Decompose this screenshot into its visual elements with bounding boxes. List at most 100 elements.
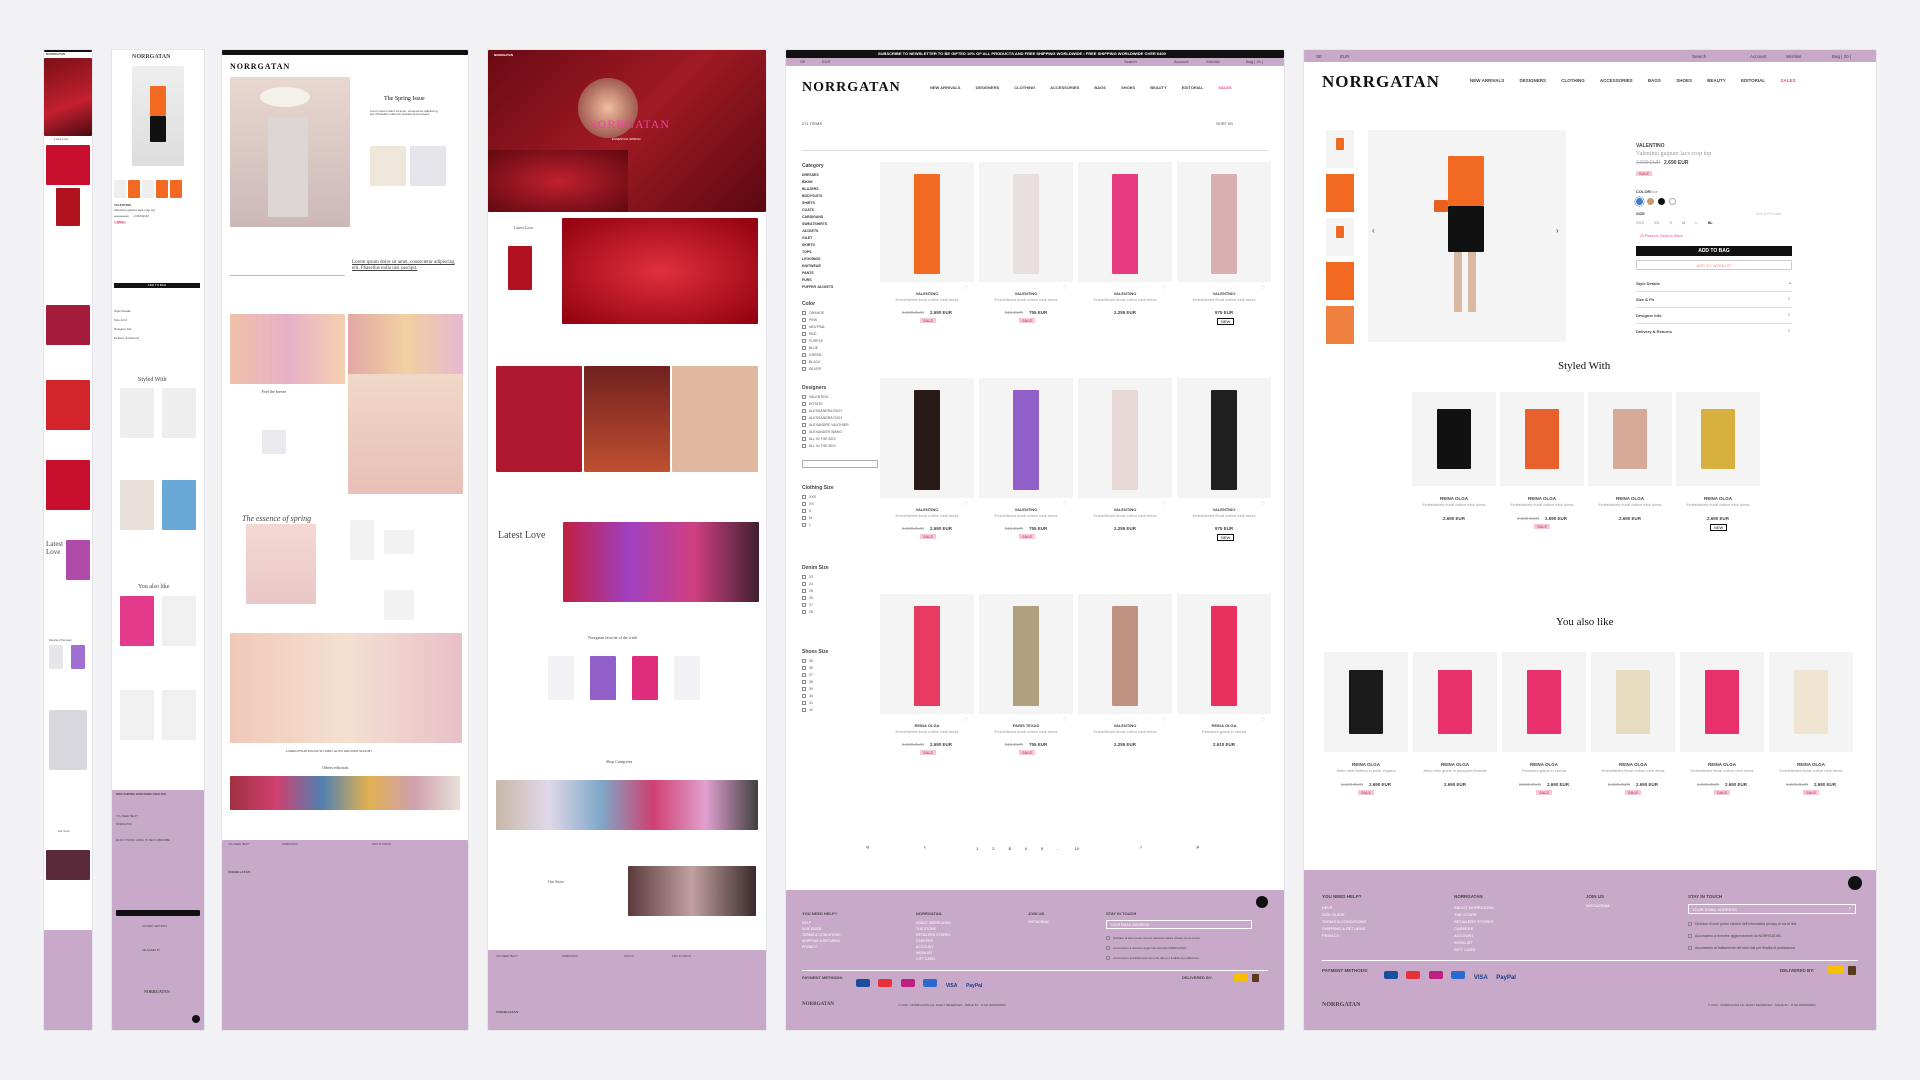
nav-designers[interactable]: DESIGNERS [976, 85, 1000, 90]
filter-color-item-checkbox[interactable] [802, 339, 806, 344]
pdp-consent-checkbox-1[interactable]: Dichiaro di aver preso visione dell'info… [1688, 922, 1797, 927]
mobile-detail-delivery[interactable]: Delivery & Returns [114, 336, 139, 340]
filter-color-item-checkbox[interactable] [802, 367, 806, 372]
filter-color-item-checkbox[interactable] [802, 360, 806, 365]
filter-category-item[interactable]: KNITWEAR [802, 263, 833, 270]
product-card[interactable]: PARIS TEXAS Embellished floral cotton mid… [979, 594, 1073, 794]
consent-checkbox-2[interactable]: Acconsento a ricevere aggiornamenti da N… [1106, 946, 1187, 950]
filter-shoe-item-checkbox[interactable] [802, 694, 806, 699]
pdp-instagram-link[interactable]: INSTAGRAM [1586, 903, 1609, 909]
pdp-nav-designers[interactable]: DESIGNERS [1520, 78, 1547, 83]
also-item-image[interactable] [1324, 652, 1408, 752]
filter-color-item-checkbox[interactable] [802, 311, 806, 316]
pdp-newsletter-email-input[interactable]: YOUR EMAIL ADDRESS › [1688, 904, 1856, 914]
product-image[interactable] [1177, 162, 1271, 282]
pdp-thumb-5[interactable] [1326, 306, 1354, 344]
currency-selector[interactable]: EUR [822, 59, 830, 65]
pdp-main-image[interactable] [1368, 130, 1566, 342]
back-to-top-icon[interactable] [1256, 896, 1268, 908]
also-item-image[interactable] [1502, 652, 1586, 752]
filter-denim-item[interactable]: 28 [802, 609, 813, 616]
pdp-back-to-top-icon[interactable] [1848, 876, 1862, 890]
product-image[interactable] [1177, 378, 1271, 498]
filter-shoe-item[interactable]: 42 [802, 707, 813, 714]
product-card[interactable]: VALENTINO Embellished floral cotton midi … [1078, 378, 1172, 578]
pdp-footer-norr-link[interactable]: CAREERS [1454, 925, 1494, 932]
add-to-wishlist-button[interactable]: ADD TO WISHLIST [1636, 260, 1792, 270]
filter-category-item[interactable]: PUFFER JACKETS [802, 284, 833, 291]
filter-category-item[interactable]: SKIRTS [802, 242, 833, 249]
home-footer-norr[interactable]: NORRGATAN [562, 955, 578, 959]
wishlist-heart-icon[interactable]: ♡ [1162, 717, 1166, 724]
pdp-nav-clothing[interactable]: CLOTHING [1561, 78, 1585, 83]
wishlist-heart-icon[interactable]: ♡ [1261, 285, 1265, 292]
pdp-footer-norr-link[interactable]: RETAILERS STORES [1454, 918, 1494, 925]
filter-category-item[interactable]: BIKINI [802, 179, 833, 186]
nav-accessories[interactable]: ACCESSORIES [1050, 85, 1079, 90]
pdp-consent-checkbox-3[interactable]: Acconsento al trattamento dei miei dati … [1688, 946, 1796, 951]
also-item-image[interactable] [1680, 652, 1764, 752]
mobile-pdp-logo[interactable]: NORRGATAN [132, 54, 170, 61]
product-image[interactable] [880, 162, 974, 282]
filter-shoes-size-title[interactable]: Shoes Size [802, 649, 828, 656]
also-item-card[interactable]: REINA OLGA Embellished floral cotton midi… [1680, 652, 1764, 802]
pdp-footer-help-link[interactable]: PRIVACY [1322, 932, 1366, 939]
filter-category-item[interactable]: BLAZERS [802, 186, 833, 193]
listing-logo[interactable]: NORRGATAN [802, 80, 901, 96]
filter-designer-item[interactable]: ALEXANDRE VAUTHIER [802, 422, 849, 429]
product-image[interactable] [979, 378, 1073, 498]
mobile-editorial-image-3[interactable] [46, 460, 90, 510]
filter-designer-item-checkbox[interactable] [802, 423, 806, 428]
lang-selector[interactable]: SE [800, 59, 805, 65]
search-link[interactable]: Search [1124, 59, 1137, 65]
nav-beauty[interactable]: BEAUTY [1150, 85, 1166, 90]
mobile-subscribe-button[interactable] [116, 910, 200, 916]
home-fav-item-2[interactable] [590, 656, 616, 700]
add-to-bag-button[interactable]: ADD TO BAG [1636, 246, 1792, 256]
pagination-next[interactable]: › [1140, 845, 1142, 852]
home-footer-logo[interactable]: NORRGATAN [496, 1010, 518, 1014]
pdp-footer-help-link[interactable]: TERMS & CONDITIONS [1322, 918, 1366, 925]
mobile-detail-style[interactable]: Style Details [114, 309, 131, 313]
editorial-product-6[interactable] [384, 590, 414, 620]
filter-color-item[interactable]: PURPLE [802, 338, 825, 345]
color-swatch-white[interactable] [1669, 198, 1676, 205]
home-fav-item-3[interactable] [632, 656, 658, 700]
mobile-latest-image-2[interactable] [66, 540, 90, 580]
product-image[interactable] [880, 378, 974, 498]
mobile-hero-image[interactable] [44, 58, 92, 136]
filter-shoe-item[interactable]: 36 [802, 665, 813, 672]
filter-shoe-item[interactable]: 37 [802, 672, 813, 679]
also-item-image[interactable] [1591, 652, 1675, 752]
filter-designer-item-checkbox[interactable] [802, 409, 806, 414]
mobile-styled-item[interactable] [120, 480, 154, 530]
filter-designer-item-checkbox[interactable] [802, 430, 806, 435]
editorial-hero-image[interactable] [230, 77, 350, 227]
filter-designer-item-checkbox[interactable] [802, 416, 806, 421]
filter-color-item-checkbox[interactable] [802, 346, 806, 351]
filter-category-item[interactable]: CARDIGANS [802, 214, 833, 221]
filter-category-item[interactable]: FURS [802, 277, 833, 284]
also-item-card[interactable]: REINA OLGA Abito midi Bettina in pelle ve… [1324, 652, 1408, 802]
filter-color-item[interactable]: SILVER [802, 366, 825, 373]
filter-shoe-item-checkbox[interactable] [802, 701, 806, 706]
filter-category-item[interactable]: DRESSES [802, 172, 833, 179]
product-image[interactable] [1078, 162, 1172, 282]
product-image[interactable] [979, 594, 1073, 714]
filter-denim-item-checkbox[interactable] [802, 610, 806, 615]
filter-designer-item[interactable]: ALESSANDRA RICH [802, 408, 849, 415]
mobile-detail-designer[interactable]: Designer Info [114, 327, 132, 331]
styled-item-card[interactable]: REINA OLGA Embellished floral cotton midi… [1500, 392, 1584, 536]
mobile-also-item[interactable] [162, 690, 196, 740]
mobile-pdp-thumb[interactable] [170, 180, 182, 198]
pdp-nav-new-arrivals[interactable]: NEW ARRIVALS [1470, 78, 1504, 83]
filter-shoe-item[interactable]: 39 [802, 686, 813, 693]
mobile-also-item[interactable] [120, 596, 154, 646]
filter-size-item[interactable]: S [802, 508, 816, 515]
pdp-footer-help-link[interactable]: HELP [1322, 904, 1366, 911]
pdp-nav-sales[interactable]: SALES [1780, 78, 1795, 83]
editorial-product[interactable] [410, 146, 446, 186]
editorial-product[interactable] [370, 146, 406, 186]
filter-category-item[interactable]: LEGGINGS [802, 256, 833, 263]
wishlist-heart-icon[interactable]: ♡ [1063, 501, 1067, 508]
